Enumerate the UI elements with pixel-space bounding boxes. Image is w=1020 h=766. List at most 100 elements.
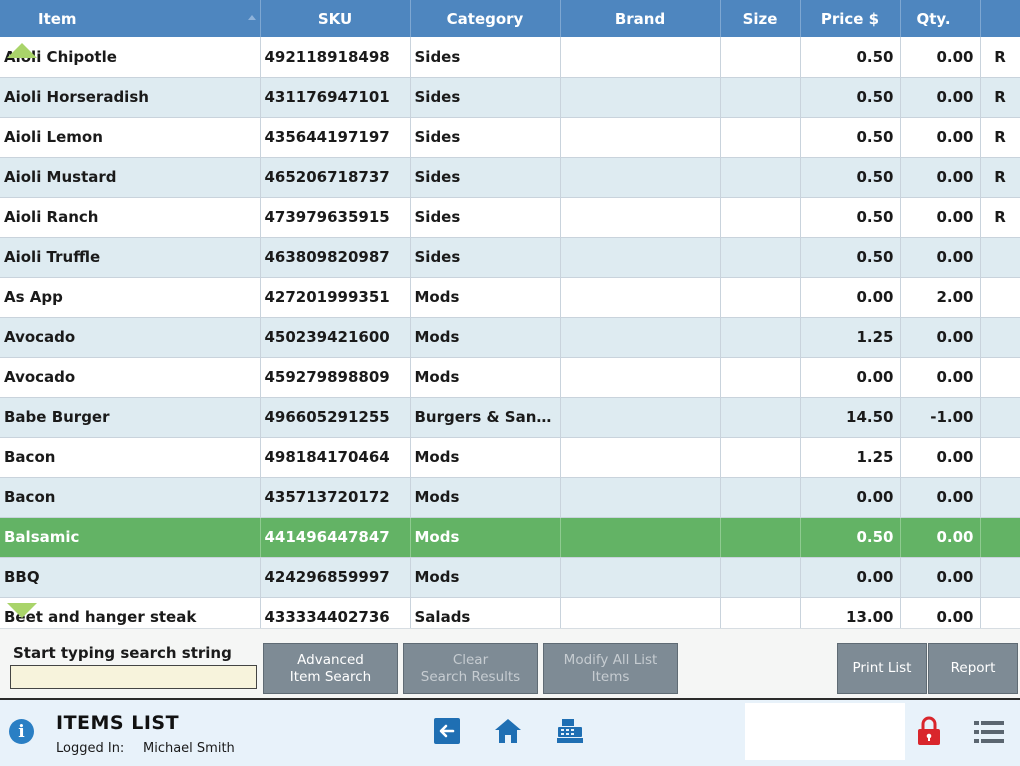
table-header-row: Item SKU Category Brand Size Price $ Qty… [0,0,1020,37]
cell-sku: 435713720172 [260,477,411,518]
cell-size [720,37,801,78]
table-row[interactable]: Avocado 450239421600 Mods 1.25 0.00 [0,317,1020,358]
table-row[interactable]: Aioli Horseradish 431176947101 Sides 0.50 0.… [0,77,1020,118]
cell-brand [560,557,721,598]
cell-item: Bacon [0,437,261,478]
cell-price: 14.50 [800,397,901,438]
cell-sku: 463809820987 [260,237,411,278]
cell-qty: 0.00 [900,37,981,78]
column-header-category[interactable]: Category [410,0,561,37]
table-row[interactable]: As App 427201999351 Mods 0.00 2.00 [0,277,1020,318]
table-row[interactable]: Aioli Mustard 465206718737 Sides 0.50 0.00 R [0,157,1020,198]
home-icon[interactable] [494,717,522,745]
cell-size [720,317,801,358]
column-header-qty[interactable]: Qty. [900,0,981,37]
cell-size [720,357,801,398]
cell-size [720,77,801,118]
cell-qty: -1.00 [900,397,981,438]
cell-flag: R [980,77,1020,118]
cell-brand [560,237,721,278]
cell-flag [980,277,1020,318]
column-header-sku[interactable]: SKU [260,0,411,37]
table-row[interactable]: Avocado 459279898809 Mods 0.00 0.00 [0,357,1020,398]
info-icon[interactable]: i [9,719,34,744]
cell-brand [560,397,721,438]
cell-item: BBQ [0,557,261,598]
cell-sku: 424296859997 [260,557,411,598]
logged-in-user: Michael Smith [143,741,235,756]
menu-icon[interactable] [974,720,1004,744]
column-header-item-label: Item [38,9,77,28]
cell-sku: 450239421600 [260,317,411,358]
cell-flag: R [980,37,1020,78]
cell-brand [560,317,721,358]
column-header-brand[interactable]: Brand [560,0,721,37]
cell-category: Mods [410,477,561,518]
cell-sku: 473979635915 [260,197,411,238]
advanced-item-search-button[interactable]: Advanced Item Search [263,643,398,694]
cell-qty: 0.00 [900,77,981,118]
cell-category: Sides [410,37,561,78]
search-label: Start typing search string [13,644,232,662]
cell-price: 13.00 [800,597,901,628]
cell-item: Avocado [0,317,261,358]
table-row[interactable]: Bacon 435713720172 Mods 0.00 0.00 [0,477,1020,518]
cell-qty: 0.00 [900,117,981,158]
cell-flag: R [980,117,1020,158]
table-row[interactable]: BBQ 424296859997 Mods 0.00 0.00 [0,557,1020,598]
cell-brand [560,597,721,628]
footer-bar: i ITEMS LIST Logged In: Michael Smith [0,698,1020,766]
report-button[interactable]: Report [928,643,1018,694]
cell-flag [980,437,1020,478]
cell-brand [560,77,721,118]
cell-price: 0.00 [800,357,901,398]
table-row[interactable]: Aioli Chipotle 492118918498 Sides 0.50 0.00 R [0,37,1020,78]
cell-sku: 459279898809 [260,357,411,398]
cell-sku: 433334402736 [260,597,411,628]
cell-category: Mods [410,357,561,398]
table-row[interactable]: Aioli Truffle 463809820987 Sides 0.50 0.00 [0,237,1020,278]
scroll-down-arrow-icon[interactable] [7,603,37,618]
scroll-up-arrow-icon[interactable] [7,43,37,58]
cell-sku: 441496447847 [260,517,411,558]
cell-size [720,157,801,198]
cell-price: 0.50 [800,517,901,558]
table-row[interactable]: Babe Burger 496605291255 Burgers & Sand...… [0,397,1020,438]
sort-ascending-icon [247,15,256,20]
cell-category: Mods [410,517,561,558]
clear-search-results-button[interactable]: Clear Search Results [403,643,538,694]
report-label: Report [950,660,996,676]
table-row[interactable]: Aioli Lemon 435644197197 Sides 0.50 0.00 R [0,117,1020,158]
cell-brand [560,157,721,198]
cell-sku: 498184170464 [260,437,411,478]
cell-brand [560,477,721,518]
search-action-bar: Start typing search string Advanced Item… [0,628,1020,698]
cell-item: Balsamic [0,517,261,558]
table-row[interactable]: Bacon 498184170464 Mods 1.25 0.00 [0,437,1020,478]
column-header-item[interactable]: Item [0,0,261,37]
cell-item: Babe Burger [0,397,261,438]
column-header-price[interactable]: Price $ [800,0,901,37]
back-icon[interactable] [433,717,461,745]
table-row-selected[interactable]: Balsamic 441496447847 Mods 0.50 0.00 [0,517,1020,558]
search-input[interactable] [10,665,257,689]
cell-item: Aioli Ranch [0,197,261,238]
print-list-button[interactable]: Print List [837,643,927,694]
print-list-label: Print List [852,660,912,676]
cell-category: Mods [410,277,561,318]
register-icon[interactable] [556,717,584,745]
table-row[interactable]: Aioli Ranch 473979635915 Sides 0.50 0.00 R [0,197,1020,238]
column-header-size[interactable]: Size [720,0,801,37]
cell-size [720,517,801,558]
modify-all-list-items-button[interactable]: Modify All List Items [543,643,678,694]
table-row[interactable]: Beet and hanger steak 433334402736 Salads 1… [0,597,1020,628]
logged-in-label: Logged In: [56,741,125,756]
lock-icon[interactable] [917,716,941,746]
cell-item: Bacon [0,477,261,518]
cell-qty: 2.00 [900,277,981,318]
cell-flag: R [980,197,1020,238]
cell-sku: 431176947101 [260,77,411,118]
clear-search-results-label: Clear Search Results [420,651,521,685]
cell-size [720,477,801,518]
column-header-flag[interactable] [980,0,1020,37]
